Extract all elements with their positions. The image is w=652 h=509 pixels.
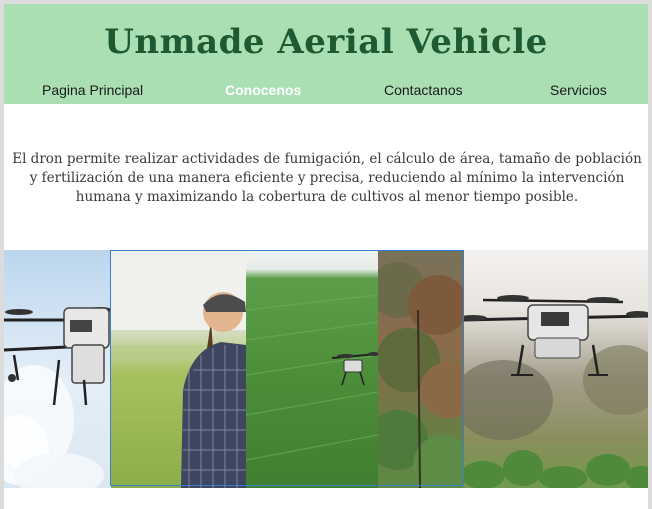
farmer-woman-field-image [111, 250, 246, 488]
nav-item-contactanos[interactable]: Contactanos [384, 82, 463, 98]
spraying-drone-sky-image [4, 250, 111, 488]
image-gallery [4, 250, 648, 488]
forest-trees-image [378, 250, 463, 488]
site-title: Unmade Aerial Vehicle [104, 22, 548, 62]
nav-item-pagina-principal[interactable]: Pagina Principal [42, 82, 143, 98]
agricultural-drone-crops-image [463, 250, 648, 488]
nav-item-servicios[interactable]: Servicios [550, 82, 607, 98]
page: Unmade Aerial Vehicle Pagina Principal C… [4, 4, 648, 509]
site-header: Unmade Aerial Vehicle Pagina Principal C… [4, 4, 648, 104]
intro-paragraph: El dron permite realizar actividades de … [12, 151, 642, 205]
nav-item-conocenos[interactable]: Conocenos [225, 82, 301, 98]
main-nav: Pagina Principal Conocenos Contactanos S… [4, 82, 648, 104]
drone-over-green-field-image [246, 250, 378, 488]
